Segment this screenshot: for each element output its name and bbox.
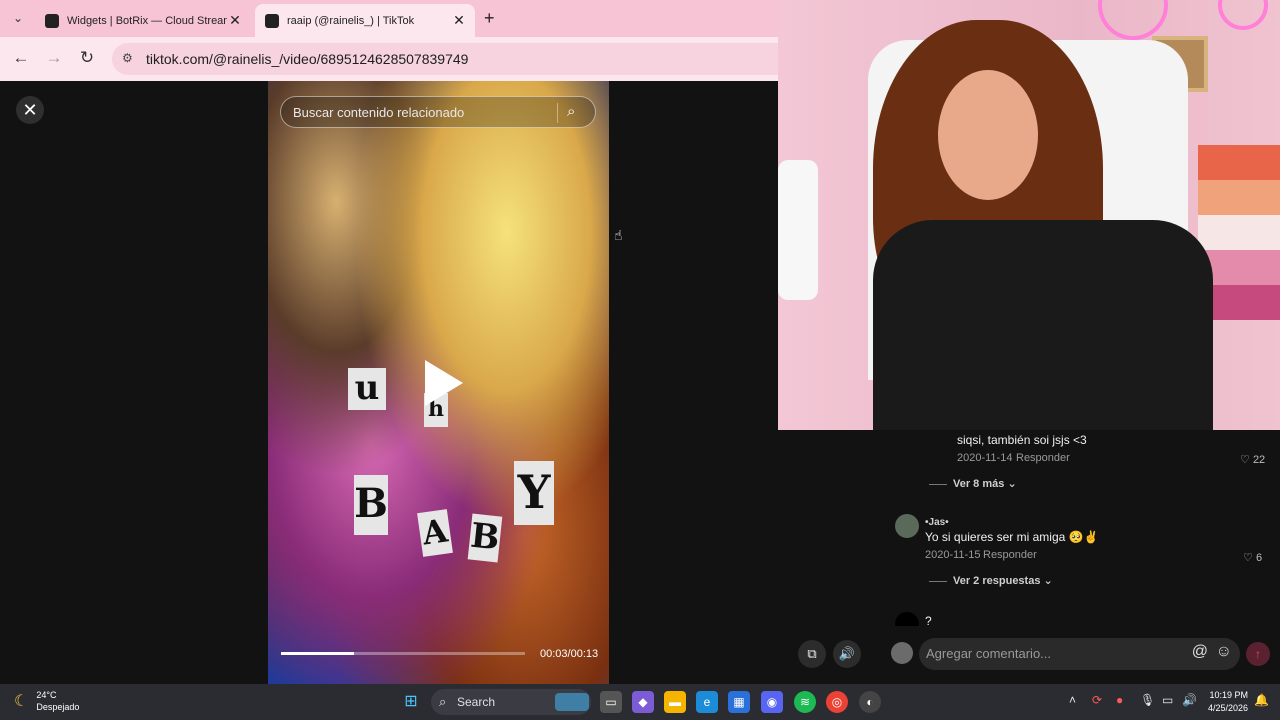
reload-icon[interactable]: ↻ [76, 47, 98, 69]
video-progress-bar[interactable] [281, 652, 525, 655]
search-icon: ⌕ [439, 694, 447, 709]
video-time: 00:03/00:13 [540, 648, 599, 660]
search-placeholder: Buscar contenido relacionado [293, 105, 465, 120]
site-settings-icon[interactable]: ⚙ [122, 51, 138, 67]
comment-date: 2020-11-15 [925, 549, 981, 561]
mention-icon[interactable]: @ [1192, 643, 1208, 661]
heart-icon: ♡ [1240, 454, 1250, 466]
close-video-button[interactable]: ✕ [16, 96, 44, 124]
chrome-icon[interactable]: ◎ [826, 691, 848, 713]
webcam-overlay [778, 0, 1280, 430]
more-label: Ver 8 más [953, 478, 1005, 490]
tab-botrix[interactable]: Widgets | BotRix — Cloud Streaming Bot f… [35, 4, 251, 37]
close-tab-icon[interactable]: ✕ [227, 12, 243, 29]
weather-widget[interactable]: ☾ 24°C Despejado [14, 689, 79, 713]
browser-toolbar: ← → ↻ ⚙ tiktok.com/@rainelis_/video/6895… [0, 37, 778, 81]
more-label: Ver 2 respuestas [953, 575, 1041, 587]
mic-lamp [778, 160, 818, 300]
app-tray-icon[interactable]: ● [1116, 693, 1123, 707]
sync-icon[interactable]: ⟳ [1092, 693, 1102, 707]
search-label: Search [457, 695, 496, 709]
emoji-icon[interactable]: ☺ [1216, 643, 1232, 661]
date: 4/25/2026 [1207, 703, 1248, 713]
chevron-down-icon: ⌄ [1043, 575, 1053, 587]
view-more-replies[interactable]: Ver 2 respuestas ⌄ [929, 574, 1053, 587]
spotify-icon[interactable]: ≋ [794, 691, 816, 713]
new-tab-icon[interactable]: + [484, 8, 495, 29]
like-count[interactable]: ♡ 22 [1240, 453, 1265, 466]
likes: 6 [1255, 552, 1263, 564]
copilot-icon[interactable]: ◆ [632, 691, 654, 713]
time: 10:19 PM [1209, 690, 1248, 700]
url-text: tiktok.com/@rainelis_/video/689512462850… [146, 51, 469, 67]
picture-in-picture-icon[interactable]: ⧉ [798, 640, 826, 668]
chevron-down-icon: ⌄ [1007, 478, 1017, 490]
comment-placeholder: Agregar comentario... [926, 646, 1052, 661]
microphone-icon[interactable]: 🎙 [1140, 693, 1155, 707]
tab-label: Widgets | BotRix — Cloud Streaming Bot f… [67, 14, 227, 27]
close-tab-icon[interactable]: ✕ [451, 12, 467, 29]
send-arrow-icon[interactable]: ↑ [1246, 642, 1270, 666]
windows-taskbar: ☾ 24°C Despejado ⊞ ⌕ Search ▭ ◆ ▬ e ▦ ◉ … [0, 684, 1280, 720]
address-bar[interactable]: ⚙ tiktok.com/@rainelis_/video/6895124628… [112, 43, 778, 75]
likes: 22 [1252, 454, 1266, 466]
neon-light [1098, 0, 1168, 40]
streamer-face [938, 70, 1038, 200]
search-highlight-icon[interactable] [555, 693, 589, 711]
streamer-body [873, 220, 1213, 430]
neon-light [1218, 0, 1268, 30]
volume-icon[interactable]: 🔊 [833, 640, 861, 668]
heart-icon: ♡ [1243, 552, 1253, 564]
tiktok-favicon-icon [265, 13, 279, 28]
avatar[interactable] [895, 514, 919, 538]
user-avatar[interactable] [891, 642, 913, 664]
overlay-letter: u [348, 368, 386, 410]
task-view-icon[interactable]: ▭ [600, 691, 622, 713]
related-search-input[interactable]: Buscar contenido relacionado ⌕ [280, 96, 596, 128]
network-icon[interactable]: ▭ [1162, 693, 1173, 707]
forward-arrow-icon[interactable]: → [43, 47, 65, 69]
speaker-icon[interactable]: 🔊 [1182, 693, 1197, 707]
reply-link[interactable]: Responder [1016, 452, 1070, 464]
video-actions-bar: ⧉ 🔊 Agregar comentario... @ ☺ ↑ [778, 626, 1280, 684]
comment-input[interactable]: Agregar comentario... @ ☺ [919, 638, 1240, 670]
comment-text: Yo si quieres ser mi amiga 🥺✌️ [925, 530, 1099, 544]
play-icon[interactable] [425, 360, 463, 406]
mouse-cursor-icon: ☝ [614, 227, 623, 243]
progress-fill [281, 652, 355, 655]
divider [557, 103, 558, 123]
comment-date: 2020-11-14 [957, 452, 1013, 464]
search-icon[interactable]: ⌕ [567, 103, 575, 120]
overlay-letter: A [417, 509, 453, 557]
weather-condition: Despejado [36, 702, 80, 712]
view-more-replies[interactable]: Ver 8 más ⌄ [929, 477, 1017, 490]
comment-text: siqsi, también soi jsjs <3 [957, 433, 1087, 447]
tab-tiktok[interactable]: raaip (@rainelis_) | TikTok ✕ [255, 4, 475, 37]
temperature: 24°C [36, 690, 57, 700]
comments-panel: siqsi, también soi jsjs <3 2020-11-14 Re… [878, 430, 1280, 636]
overlay-letter: B [467, 513, 503, 563]
back-arrow-icon[interactable]: ← [10, 47, 32, 69]
clock[interactable]: 10:19 PM 4/25/2026 [1200, 689, 1248, 715]
file-explorer-icon[interactable]: ▬ [664, 691, 686, 713]
tab-strip: ⌄ Widgets | BotRix — Cloud Streaming Bot… [0, 0, 778, 37]
comment-author[interactable]: •Jas• [925, 517, 949, 528]
reply-link[interactable]: Responder [983, 549, 1037, 561]
tab-search-menu-icon[interactable]: ⌄ [8, 8, 28, 28]
discord-icon[interactable]: ◉ [761, 691, 783, 713]
moon-icon: ☾ [14, 693, 29, 710]
overlay-letter: Y [514, 461, 554, 525]
botrix-favicon-icon [45, 13, 59, 28]
store-icon[interactable]: ▦ [728, 691, 750, 713]
like-count[interactable]: ♡ 6 [1243, 551, 1262, 564]
edge-icon[interactable]: e [696, 691, 718, 713]
notification-bell-icon[interactable]: 🔔 [1254, 693, 1269, 707]
tab-label: raaip (@rainelis_) | TikTok [287, 14, 415, 27]
chevron-up-icon[interactable]: ˄ [1069, 693, 1076, 707]
windows-start-icon[interactable]: ⊞ [400, 691, 422, 713]
obs-icon[interactable]: ◐ [859, 691, 881, 713]
overlay-letter: B [354, 475, 388, 535]
